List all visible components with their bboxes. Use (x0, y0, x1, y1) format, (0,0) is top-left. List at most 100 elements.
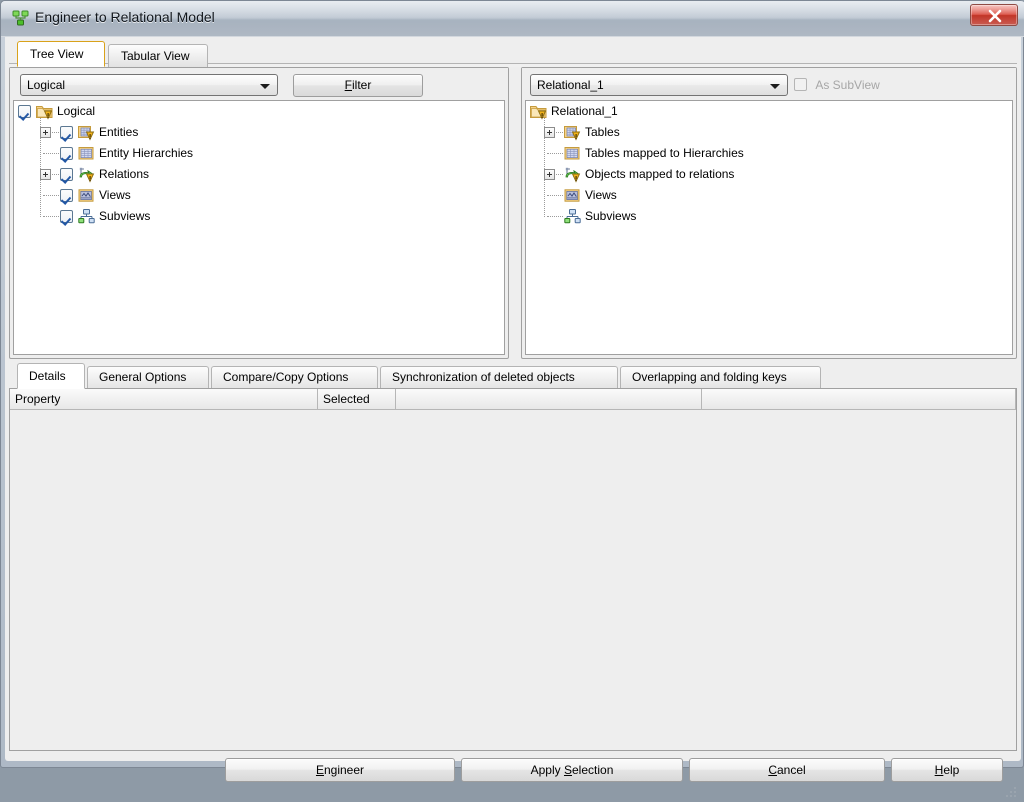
chevron-down-icon (260, 84, 270, 89)
source-model-panel: Logical Filter Logical Entities Entity Hie… (9, 67, 509, 359)
target-model-value: Relational_1 (537, 78, 604, 92)
tree-expander[interactable] (544, 127, 555, 138)
tab-tabular-view[interactable]: Tabular View (108, 44, 208, 67)
tab-label: General Options (99, 370, 187, 384)
tree-node-label: Subviews (99, 209, 151, 223)
tree-node-checkbox[interactable] (60, 126, 73, 139)
source-model-value: Logical (27, 78, 66, 92)
tree-node-label: Views (99, 188, 131, 202)
relations-warning-icon (564, 166, 581, 183)
tab-label: Tree View (30, 47, 84, 61)
as-subview-checkbox[interactable]: As SubView (794, 77, 880, 92)
grid-column-header[interactable]: Property (10, 389, 318, 409)
target-toolbar: Relational_1 As SubView (522, 68, 1016, 100)
table-grid-icon (78, 145, 95, 162)
tree-node[interactable]: Subviews (14, 206, 504, 227)
options-pane: Details General Options Compare/Copy Optio… (9, 363, 1017, 751)
tab-sync-deleted[interactable]: Synchronization of deleted objects (380, 366, 618, 389)
button-label: Help (934, 763, 960, 777)
views-icon (78, 187, 95, 204)
tree-node[interactable]: Views (14, 185, 504, 206)
cancel-button[interactable]: Cancel (689, 758, 885, 782)
tree-node-label: Relational_1 (551, 104, 618, 118)
tree-connector (547, 216, 563, 217)
tab-overlapping-folding[interactable]: Overlapping and folding keys (620, 366, 821, 389)
as-subview-label: As SubView (815, 77, 880, 92)
tree-node-label: Subviews (585, 209, 637, 223)
property-grid: Property Selected (9, 388, 1017, 751)
target-model-tree[interactable]: Relational_1 Tables Tables mapped to Hiera… (525, 100, 1013, 355)
grid-column-label: Selected (323, 392, 370, 406)
subviews-icon (78, 208, 95, 225)
grid-body[interactable] (10, 410, 1016, 750)
tree-connector (52, 174, 59, 175)
filter-button[interactable]: Filter (293, 74, 423, 97)
tree-connector (547, 153, 563, 154)
tab-general-options[interactable]: General Options (87, 366, 209, 389)
view-tabs: Tree View Tabular View (9, 41, 1017, 67)
tree-expander[interactable] (40, 127, 51, 138)
entities-warning-icon (564, 124, 581, 141)
tab-tree-view[interactable]: Tree View (17, 41, 105, 67)
tree-node-label: Entities (99, 125, 139, 139)
tab-label: Synchronization of deleted objects (392, 370, 575, 384)
grid-column-header[interactable] (702, 389, 1016, 409)
tree-node-label: Tables (585, 125, 620, 139)
tree-node[interactable]: Views (526, 185, 1012, 206)
tree-node-checkbox[interactable] (60, 168, 73, 181)
tab-details[interactable]: Details (17, 363, 85, 389)
tree-node[interactable]: Objects mapped to relations (526, 164, 1012, 185)
engineer-button[interactable]: Engineer (225, 758, 455, 782)
tree-node-checkbox[interactable] (60, 147, 73, 160)
close-button[interactable] (970, 4, 1018, 26)
help-button[interactable]: Help (891, 758, 1003, 782)
tree-node[interactable]: Entity Hierarchies (14, 143, 504, 164)
tree-node[interactable]: Tables (526, 122, 1012, 143)
tree-expander[interactable] (544, 169, 555, 180)
tree-node-checkbox[interactable] (60, 210, 73, 223)
tree-node-checkbox[interactable] (60, 189, 73, 202)
window-title: Engineer to Relational Model (35, 9, 215, 25)
model-split-region: Logical Filter Logical Entities Entity Hie… (9, 67, 1017, 359)
apply-selection-button[interactable]: Apply Selection (461, 758, 683, 782)
model-nodes-icon (12, 10, 29, 27)
views-icon (564, 187, 581, 204)
tree-connector (43, 216, 59, 217)
tree-node[interactable]: Logical (14, 101, 504, 122)
source-model-tree[interactable]: Logical Entities Entity Hierarchies Relatio… (13, 100, 505, 355)
dialog-content: Tree View Tabular View Logical Filter Lo… (5, 37, 1021, 797)
target-model-combo[interactable]: Relational_1 (530, 74, 788, 96)
checkbox-box (794, 78, 807, 92)
grid-column-header[interactable] (396, 389, 702, 409)
chevron-down-icon (770, 84, 780, 89)
subviews-icon (564, 208, 581, 225)
resize-grip-icon[interactable] (1005, 786, 1018, 799)
grid-header-row: Property Selected (10, 389, 1016, 410)
source-model-combo[interactable]: Logical (20, 74, 278, 96)
tree-node[interactable]: Relational_1 (526, 101, 1012, 122)
tab-label: Tabular View (121, 49, 190, 63)
dialog-button-bar: Engineer Apply Selection Cancel Help (5, 751, 1021, 801)
tree-node-label: Objects mapped to relations (585, 167, 735, 181)
tree-connector (547, 195, 563, 196)
tab-compare-copy[interactable]: Compare/Copy Options (211, 366, 378, 389)
tree-node[interactable]: Tables mapped to Hierarchies (526, 143, 1012, 164)
tree-node[interactable]: Relations (14, 164, 504, 185)
tree-connector (43, 195, 59, 196)
tree-connector (43, 153, 59, 154)
button-label: Apply Selection (530, 763, 614, 777)
entities-warning-icon (78, 124, 95, 141)
grid-column-header[interactable]: Selected (318, 389, 396, 409)
folder-warning-icon (36, 103, 53, 120)
relations-warning-icon (78, 166, 95, 183)
tree-node-label: Entity Hierarchies (99, 146, 194, 160)
tree-node[interactable]: Subviews (526, 206, 1012, 227)
tree-node-label: Logical (57, 104, 96, 118)
button-label: Cancel (768, 763, 806, 777)
tree-expander[interactable] (40, 169, 51, 180)
tree-node-checkbox[interactable] (18, 105, 31, 118)
tree-node[interactable]: Entities (14, 122, 504, 143)
split-divider[interactable] (509, 67, 521, 359)
options-tabs: Details General Options Compare/Copy Optio… (9, 363, 1017, 389)
tree-node-label: Relations (99, 167, 150, 181)
